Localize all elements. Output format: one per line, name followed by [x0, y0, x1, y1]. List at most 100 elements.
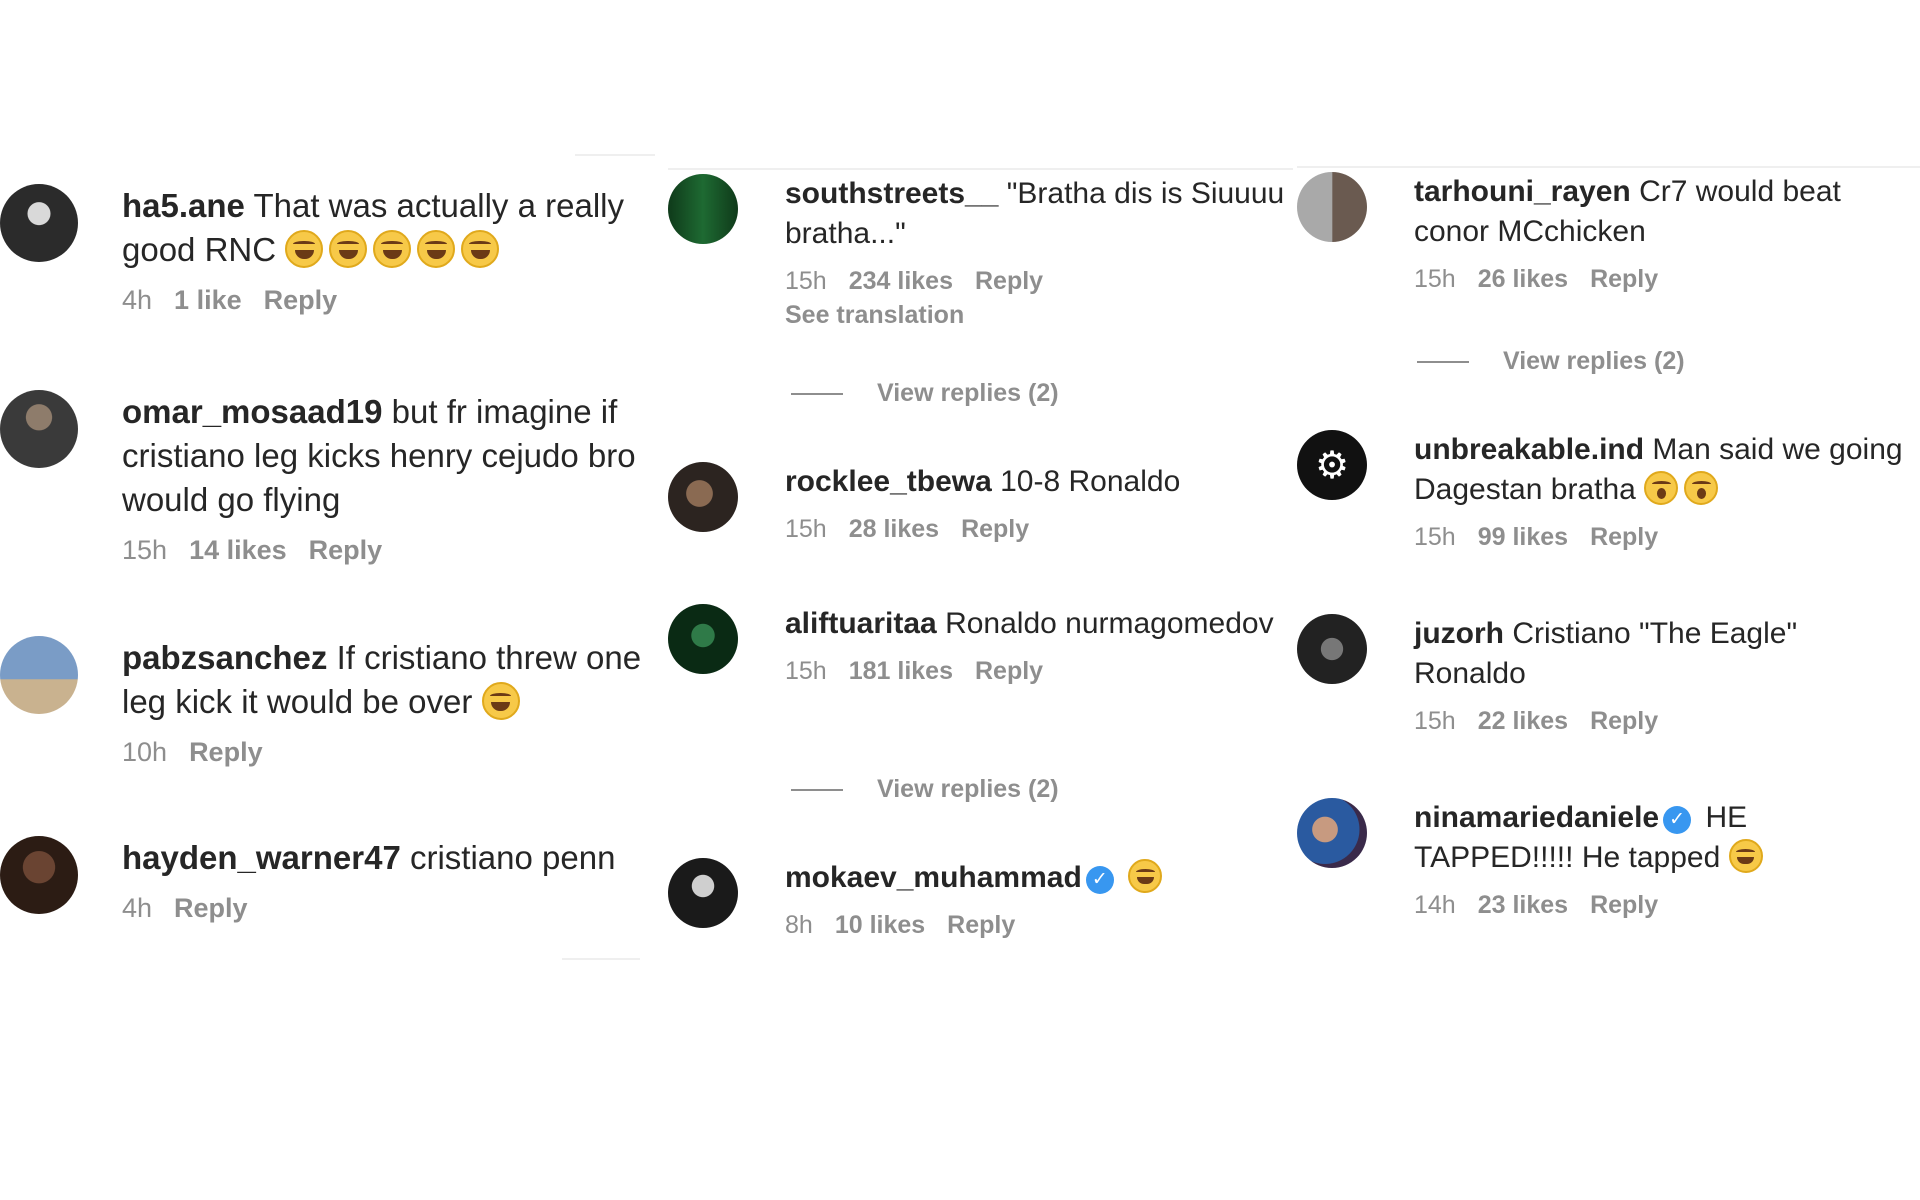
divider — [562, 958, 640, 960]
avatar[interactable] — [1297, 172, 1367, 242]
avatar[interactable] — [0, 836, 78, 914]
comment-meta: 4h Reply — [122, 890, 657, 926]
likes-count[interactable]: 1 like — [174, 285, 242, 315]
comments-column-1: ha5.ane That was actually a really good … — [0, 0, 665, 1200]
username[interactable]: ha5.ane — [122, 187, 245, 224]
likes-count[interactable]: 181 likes — [849, 657, 953, 685]
reply-button[interactable]: Reply — [961, 515, 1029, 543]
tears-of-joy-emoji — [1128, 859, 1168, 894]
comment-text: aliftuaritaa Ronaldo nurmagomedov — [785, 607, 1274, 640]
timestamp: 15h — [1414, 265, 1456, 293]
timestamp: 15h — [785, 267, 827, 295]
comment-meta: 15h 28 likes Reply — [785, 512, 1285, 546]
comment-text: omar_mosaad19 but fr imagine if cristian… — [122, 393, 636, 518]
verified-badge-icon: ✓ — [1663, 806, 1692, 834]
username[interactable]: juzorh — [1414, 617, 1504, 650]
reply-button[interactable]: Reply — [975, 267, 1043, 295]
likes-count[interactable]: 22 likes — [1478, 707, 1568, 735]
avatar[interactable]: ⚙ — [1297, 430, 1367, 500]
dash — [791, 393, 843, 396]
reply-button[interactable]: Reply — [947, 911, 1015, 939]
comment-meta: 15h 234 likes Reply — [785, 264, 1285, 298]
reply-button[interactable]: Reply — [975, 657, 1043, 685]
divider — [668, 168, 1293, 170]
username[interactable]: southstreets__ — [785, 177, 998, 210]
comment-meta: 15h 99 likes Reply — [1414, 520, 1912, 554]
view-replies-button[interactable]: View replies (2) — [791, 379, 1059, 408]
view-replies-button[interactable]: View replies (2) — [791, 775, 1059, 804]
timestamp: 14h — [1414, 891, 1456, 919]
comment-text: unbreakable.ind Man said we going Dagest… — [1414, 433, 1903, 506]
avatar[interactable] — [0, 390, 78, 468]
avatar[interactable] — [1297, 798, 1367, 868]
username[interactable]: pabzsanchez — [122, 639, 327, 676]
reply-button[interactable]: Reply — [1590, 707, 1658, 735]
divider — [1297, 166, 1920, 168]
likes-count[interactable]: 26 likes — [1478, 265, 1568, 293]
likes-count[interactable]: 99 likes — [1478, 523, 1568, 551]
comment-text: hayden_warner47 cristiano penn — [122, 839, 616, 876]
comment-text: ha5.ane That was actually a really good … — [122, 187, 624, 268]
username[interactable]: ninamariedaniele — [1414, 801, 1659, 834]
divider — [575, 154, 655, 156]
likes-count[interactable]: 28 likes — [849, 515, 939, 543]
dash — [1417, 361, 1469, 364]
avatar[interactable] — [1297, 614, 1367, 684]
comment-meta: 10h Reply — [122, 734, 657, 770]
avatar[interactable] — [0, 636, 78, 714]
timestamp: 15h — [1414, 523, 1456, 551]
likes-count[interactable]: 10 likes — [835, 911, 925, 939]
comment-text: rocklee_tbewa 10-8 Ronaldo — [785, 465, 1181, 498]
avatar[interactable] — [668, 858, 738, 928]
timestamp: 4h — [122, 893, 153, 923]
tears-of-joy-emoji — [285, 230, 505, 268]
timestamp: 15h — [785, 657, 827, 685]
timestamp: 15h — [785, 515, 827, 543]
comments-column-2: southstreets__ "Bratha dis is Siuuuu bra… — [668, 0, 1293, 1200]
comment-text: tarhouni_rayen Cr7 would beat conor MCch… — [1414, 175, 1841, 248]
see-translation-link[interactable]: See translation — [785, 298, 1285, 332]
reply-button[interactable]: Reply — [189, 737, 263, 767]
comment-meta: 4h 1 like Reply — [122, 282, 657, 318]
timestamp: 15h — [1414, 707, 1456, 735]
comment-meta: 15h 14 likes Reply — [122, 532, 657, 568]
timestamp: 8h — [785, 911, 813, 939]
comment-text: southstreets__ "Bratha dis is Siuuuu bra… — [785, 177, 1285, 250]
avatar[interactable] — [668, 174, 738, 244]
username[interactable]: unbreakable.ind — [1414, 433, 1644, 466]
comment-text: pabzsanchez If cristiano threw one leg k… — [122, 639, 642, 720]
username[interactable]: aliftuaritaa — [785, 607, 937, 640]
username[interactable]: rocklee_tbewa — [785, 465, 992, 498]
reply-button[interactable]: Reply — [174, 893, 248, 923]
tears-of-joy-emoji — [481, 682, 526, 720]
username[interactable]: mokaev_muhammad — [785, 861, 1082, 894]
avatar[interactable] — [0, 184, 78, 262]
verified-badge-icon: ✓ — [1085, 866, 1114, 894]
tears-of-joy-emoji — [1728, 839, 1769, 874]
avatar[interactable] — [668, 604, 738, 674]
reply-button[interactable]: Reply — [1590, 891, 1658, 919]
reply-button[interactable]: Reply — [1590, 523, 1658, 551]
reply-button[interactable]: Reply — [309, 535, 383, 565]
username[interactable]: hayden_warner47 — [122, 839, 401, 876]
comment-meta: 15h 22 likes Reply — [1414, 704, 1912, 738]
reply-button[interactable]: Reply — [264, 285, 338, 315]
comment-meta: 15h 26 likes Reply — [1414, 262, 1912, 296]
comment-meta: 8h 10 likes Reply — [785, 908, 1285, 942]
timestamp: 4h — [122, 285, 153, 315]
timestamp: 15h — [122, 535, 168, 565]
avatar[interactable] — [668, 462, 738, 532]
comment-text: mokaev_muhammad ✓ — [785, 858, 1285, 898]
reply-button[interactable]: Reply — [1590, 265, 1658, 293]
timestamp: 10h — [122, 737, 168, 767]
likes-count[interactable]: 14 likes — [189, 535, 287, 565]
likes-count[interactable]: 234 likes — [849, 267, 953, 295]
view-replies-button[interactable]: View replies (2) — [1417, 347, 1685, 376]
username[interactable]: tarhouni_rayen — [1414, 175, 1631, 208]
comments-column-3: tarhouni_rayen Cr7 would beat conor MCch… — [1297, 0, 1920, 1200]
screaming-emoji — [1644, 471, 1724, 506]
comment-text: juzorh Cristiano "The Eagle" Ronaldo — [1414, 617, 1798, 690]
comment-meta: 15h 181 likes Reply — [785, 654, 1285, 688]
username[interactable]: omar_mosaad19 — [122, 393, 382, 430]
likes-count[interactable]: 23 likes — [1478, 891, 1568, 919]
